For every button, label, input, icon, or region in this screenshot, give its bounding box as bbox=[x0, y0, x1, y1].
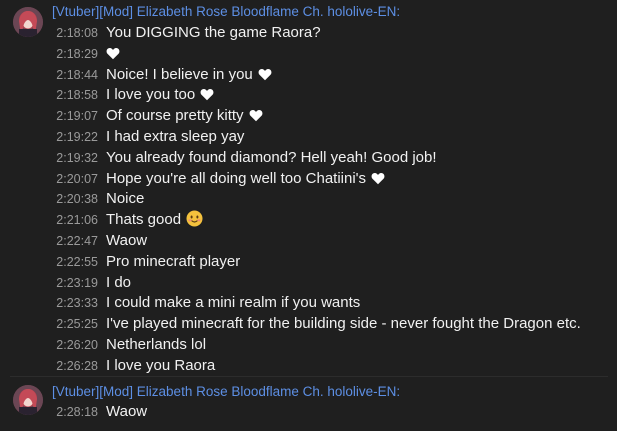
message-body: You already found diamond? Hell yeah! Go… bbox=[106, 148, 437, 166]
chat-message[interactable]: 2:18:58 I love you too bbox=[0, 84, 617, 105]
message-text: I've played minecraft for the building s… bbox=[106, 314, 581, 333]
message-timestamp: 2:28:18 bbox=[56, 405, 98, 419]
message-text: Waow bbox=[106, 402, 147, 421]
message-body: Waow bbox=[106, 232, 148, 249]
message-body: I love you Raora bbox=[106, 356, 216, 374]
message-timestamp: 2:23:19 bbox=[56, 275, 98, 290]
white-heart-icon bbox=[258, 67, 272, 86]
message-text: Hope you're all doing well too Chatiini'… bbox=[106, 169, 385, 190]
chat-message[interactable]: 2:23:33 I could make a mini realm if you … bbox=[0, 292, 617, 313]
message-body: I've played minecraft for the building s… bbox=[106, 315, 581, 333]
message-timestamp: 2:22:55 bbox=[56, 254, 98, 269]
chat-message[interactable]: 2:20:07 Hope you're all doing well too Ch… bbox=[0, 168, 617, 189]
message-text: Noice! I believe in you bbox=[106, 65, 272, 86]
message-body: Noice! I believe in you bbox=[106, 65, 253, 83]
chat-message[interactable]: 2:28:18 Waow bbox=[0, 401, 617, 422]
message-text: Pro minecraft player bbox=[106, 252, 240, 271]
chat-message[interactable]: 2:19:22 I had extra sleep yay bbox=[0, 126, 617, 147]
message-body: Thats good bbox=[106, 211, 182, 229]
message-body: Pro minecraft player bbox=[106, 252, 241, 270]
message-text: You already found diamond? Hell yeah! Go… bbox=[106, 148, 437, 167]
message-text: I had extra sleep yay bbox=[106, 127, 244, 146]
message-timestamp: 2:20:38 bbox=[56, 192, 98, 207]
white-heart-icon bbox=[249, 108, 263, 127]
divider bbox=[10, 376, 608, 377]
message-text bbox=[106, 44, 120, 65]
message-text: Thats good bbox=[106, 210, 203, 232]
message-text: I do bbox=[106, 273, 131, 292]
white-heart-icon bbox=[106, 46, 120, 65]
smiling-face-icon bbox=[186, 210, 203, 232]
message-timestamp: 2:26:20 bbox=[56, 338, 98, 352]
message-body: You DIGGING the game Raora? bbox=[106, 24, 321, 41]
message-body: Of course pretty kitty bbox=[106, 107, 244, 125]
message-timestamp: 2:21:06 bbox=[56, 213, 98, 228]
message-body: Noice bbox=[106, 190, 145, 208]
message-text: Noice bbox=[106, 189, 144, 208]
chat-message[interactable]: 2:18:44 Noice! I believe in you bbox=[0, 64, 617, 85]
chat-message[interactable]: 2:26:20 Netherlands lol bbox=[0, 334, 617, 355]
message-timestamp: 2:18:58 bbox=[56, 88, 98, 103]
message-timestamp: 2:19:32 bbox=[56, 150, 98, 165]
message-text: I love you too bbox=[106, 85, 214, 106]
message-timestamp: 2:20:07 bbox=[56, 171, 98, 186]
message-body: Hope you're all doing well too Chatiini'… bbox=[106, 169, 367, 187]
message-text: Netherlands lol bbox=[106, 335, 206, 354]
message-timestamp: 2:18:08 bbox=[56, 26, 98, 40]
chat-message[interactable]: 2:18:08 You DIGGING the game Raora? bbox=[0, 22, 617, 43]
author-name[interactable]: [Vtuber][Mod] Elizabeth Rose Bloodflame … bbox=[52, 384, 400, 400]
message-body: I love you too bbox=[106, 86, 196, 104]
message-body: I do bbox=[106, 273, 132, 291]
message-body: I could make a mini realm if you wants bbox=[106, 294, 361, 312]
chat-message[interactable]: 2:19:07 Of course pretty kitty bbox=[0, 105, 617, 126]
chat-message[interactable]: 2:19:32 You already found diamond? Hell y… bbox=[0, 147, 617, 168]
message-text: You DIGGING the game Raora? bbox=[106, 23, 321, 42]
message-text: Waow bbox=[106, 231, 147, 250]
chat-message[interactable]: 2:23:19 I do bbox=[0, 272, 617, 293]
message-timestamp: 2:19:22 bbox=[56, 130, 98, 144]
message-text: I love you Raora bbox=[106, 356, 215, 375]
chat-message[interactable]: 2:22:47 Waow bbox=[0, 230, 617, 251]
message-timestamp: 2:18:29 bbox=[56, 46, 98, 61]
message-timestamp: 2:22:47 bbox=[56, 234, 98, 248]
message-timestamp: 2:23:33 bbox=[56, 296, 98, 311]
chat-message[interactable]: 2:25:25 I've played minecraft for the bui… bbox=[0, 313, 617, 334]
chat-message[interactable]: 2:18:29 bbox=[0, 43, 617, 64]
message-text: Of course pretty kitty bbox=[106, 106, 263, 127]
message-text: I could make a mini realm if you wants bbox=[106, 293, 360, 312]
chat-message[interactable]: 2:26:28 I love you Raora bbox=[0, 355, 617, 376]
author-name[interactable]: [Vtuber][Mod] Elizabeth Rose Bloodflame … bbox=[52, 4, 400, 20]
message-body: I had extra sleep yay bbox=[106, 128, 245, 145]
white-heart-icon bbox=[200, 87, 214, 106]
message-timestamp: 2:18:44 bbox=[56, 67, 98, 82]
message-timestamp: 2:26:28 bbox=[56, 358, 98, 373]
chat-message[interactable]: 2:22:55 Pro minecraft player bbox=[0, 251, 617, 272]
white-heart-icon bbox=[371, 171, 385, 190]
chat-message[interactable]: 2:20:38 Noice bbox=[0, 188, 617, 209]
message-timestamp: 2:25:25 bbox=[56, 317, 98, 332]
chat-message[interactable]: 2:21:06 Thats good bbox=[0, 209, 617, 230]
message-body: Waow bbox=[106, 403, 148, 420]
chat-log: [Vtuber][Mod] Elizabeth Rose Bloodflame … bbox=[0, 0, 617, 431]
message-timestamp: 2:19:07 bbox=[56, 109, 98, 124]
message-body: Netherlands lol bbox=[106, 336, 207, 353]
